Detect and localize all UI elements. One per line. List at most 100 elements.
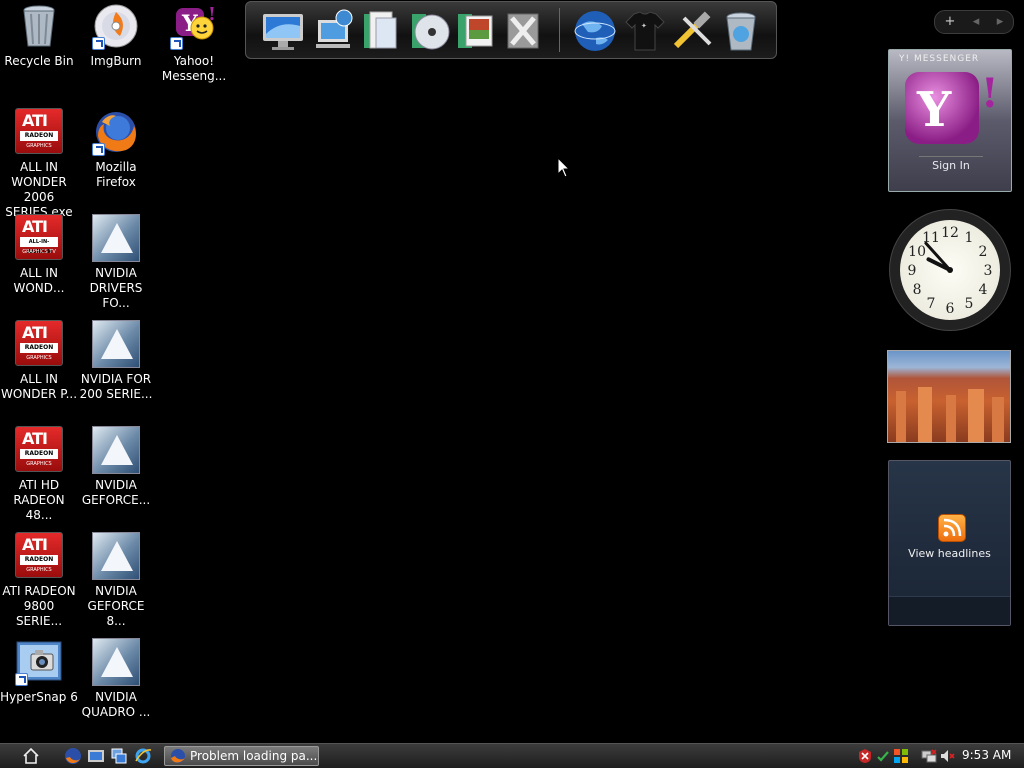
desktop-icon-label: ALL IN WOND... bbox=[13, 266, 65, 295]
desktop-icon-recycle-bin[interactable]: Recycle Bin bbox=[0, 2, 78, 69]
desktop-icon-label: NVIDIA GEFORCE 8... bbox=[87, 584, 145, 628]
taskbar-window-button[interactable]: Problem loading pa... bbox=[164, 746, 319, 766]
clock-numeral: 10 bbox=[908, 244, 926, 260]
nvidia-installer-icon bbox=[92, 320, 140, 368]
taskbar: Problem loading pa... 9:53 AM bbox=[0, 743, 1024, 768]
desktop-icon-ati-radeon-9800[interactable]: ATI RADEON GRAPHICS ATI RADEON 9800 SERIE.… bbox=[0, 532, 78, 629]
ati-radeon-icon: ATI RADEON GRAPHICS bbox=[15, 426, 63, 474]
yahoo-messenger-gadget: Y! MESSENGER Y ! Sign In bbox=[888, 49, 1012, 192]
desktop-icon-label: Yahoo! Messeng... bbox=[161, 54, 227, 83]
clock-numeral: 8 bbox=[913, 282, 922, 298]
desktop-icon-label: HyperSnap 6 bbox=[0, 690, 78, 704]
ati-radeon-icon: ATI RADEON GRAPHICS bbox=[15, 532, 63, 580]
taskbar-window-title: Problem loading pa... bbox=[190, 749, 318, 763]
clock-gadget[interactable]: 12 1 2 3 4 5 6 7 8 9 10 11 bbox=[888, 208, 1012, 332]
add-gadget-button[interactable]: + bbox=[937, 11, 963, 33]
sign-in-button[interactable]: Sign In bbox=[919, 156, 983, 175]
svg-text:!: ! bbox=[208, 4, 216, 25]
security-alert-icon[interactable] bbox=[857, 748, 873, 764]
desktop-icon-nvidia-drivers[interactable]: NVIDIA DRIVERS FO... bbox=[77, 214, 155, 311]
firefox-icon bbox=[171, 749, 185, 763]
ati-all-in-wonder-icon: ATI ALL-IN-WONDER GRAPHICS TV bbox=[15, 214, 63, 262]
dvd-disc-icon[interactable] bbox=[406, 8, 452, 54]
desktop-icon-ati-hd-radeon[interactable]: ATI RADEON GRAPHICS ATI HD RADEON 48... bbox=[0, 426, 78, 523]
previous-page-button[interactable]: ◂ bbox=[963, 11, 989, 33]
shortcut-arrow-icon bbox=[15, 673, 28, 686]
desktop-icon-nvidia-quadro[interactable]: NVIDIA QUADRO ... bbox=[77, 638, 155, 720]
nvidia-installer-icon bbox=[92, 426, 140, 474]
desktop-icon-label: NVIDIA FOR 200 SERIE... bbox=[79, 372, 153, 401]
clock-numeral: 5 bbox=[965, 296, 974, 312]
desktop-icon-nvidia-geforce[interactable]: NVIDIA GEFORCE... bbox=[77, 426, 155, 508]
volume-muted-icon[interactable] bbox=[939, 748, 955, 764]
rss-feed-icon bbox=[938, 514, 966, 542]
recycle-bin-icon bbox=[15, 2, 63, 50]
desktop-icon-hypersnap[interactable]: HyperSnap 6 bbox=[0, 638, 78, 705]
tools-icon[interactable] bbox=[500, 8, 546, 54]
network-computer-icon[interactable] bbox=[312, 8, 358, 54]
clock-face: 12 1 2 3 4 5 6 7 8 9 10 11 bbox=[890, 210, 1010, 330]
shortcut-arrow-icon bbox=[170, 37, 183, 50]
desktop-icon-ati-aiw-p[interactable]: ATI RADEON GRAPHICS ALL IN WONDER P... bbox=[0, 320, 78, 402]
desktop-icon-label: ALL IN WONDER 2006 SERIES.exe bbox=[5, 160, 73, 219]
recycle-bin-icon[interactable] bbox=[718, 8, 764, 54]
yahoo-messenger-icon: Y ! bbox=[170, 2, 218, 50]
desktop-icon-label: ATI HD RADEON 48... bbox=[13, 478, 65, 522]
taskbar-clock[interactable]: 9:53 AM bbox=[962, 748, 1011, 762]
desktop-icon-imgburn[interactable]: ImgBurn bbox=[77, 2, 155, 69]
clock-dial: 12 1234567891011 bbox=[908, 225, 993, 317]
desktop-icon-ati-aiw[interactable]: ATI ALL-IN-WONDER GRAPHICS TV ALL IN WOND.… bbox=[0, 214, 78, 296]
firefox-icon bbox=[92, 108, 140, 156]
imgburn-disc-icon bbox=[92, 2, 140, 50]
hypersnap-camera-icon bbox=[15, 638, 63, 686]
show-desktop-icon[interactable] bbox=[87, 747, 105, 765]
next-page-button[interactable]: ▸ bbox=[987, 11, 1013, 33]
desktop-icon-label: ALL IN WONDER P... bbox=[0, 372, 78, 401]
desktop-icon-mozilla-firefox[interactable]: Mozilla Firefox bbox=[77, 108, 155, 190]
switch-windows-icon[interactable] bbox=[110, 747, 128, 765]
gadget-footer bbox=[889, 596, 1010, 625]
desktop-icon-nvidia-200[interactable]: NVIDIA FOR 200 SERIE... bbox=[77, 320, 155, 402]
dock-launcher-bar: ✦ bbox=[245, 1, 777, 59]
shortcut-arrow-icon bbox=[92, 143, 105, 156]
view-headlines-link[interactable]: View headlines bbox=[889, 547, 1010, 560]
home-start-icon[interactable] bbox=[22, 747, 40, 765]
desktop-icon-label: ATI RADEON 9800 SERIE... bbox=[2, 584, 76, 628]
update-icon[interactable] bbox=[875, 748, 891, 764]
hammer-wrench-icon[interactable] bbox=[670, 8, 716, 54]
slideshow-gadget[interactable] bbox=[887, 350, 1011, 443]
clock-numeral: 4 bbox=[978, 282, 987, 298]
desktop-icon-label: NVIDIA QUADRO ... bbox=[81, 690, 151, 719]
desktop-icon-label: ImgBurn bbox=[90, 54, 142, 68]
desktop-icon-label: Recycle Bin bbox=[4, 54, 74, 68]
desktop-icon-label: NVIDIA GEFORCE... bbox=[81, 478, 151, 507]
desktop-icon-nvidia-geforce-8[interactable]: NVIDIA GEFORCE 8... bbox=[77, 532, 155, 629]
internet-globe-icon[interactable] bbox=[572, 8, 618, 54]
monitor-icon[interactable] bbox=[260, 8, 306, 54]
yahoo-exclamation-icon: ! bbox=[981, 70, 999, 117]
clock-numeral: 12 bbox=[941, 225, 959, 241]
clock-numeral: 9 bbox=[908, 263, 917, 279]
firefox-quicklaunch-icon[interactable] bbox=[64, 747, 82, 765]
nvidia-installer-icon bbox=[92, 638, 140, 686]
nvidia-installer-icon bbox=[92, 532, 140, 580]
clock-numeral: 3 bbox=[984, 263, 993, 279]
clock-numeral: 1 bbox=[965, 230, 974, 246]
pictures-icon[interactable] bbox=[452, 8, 498, 54]
ati-radeon-icon: ATI RADEON GRAPHICS bbox=[15, 320, 63, 368]
tshirt-icon[interactable]: ✦ bbox=[622, 8, 668, 54]
shortcut-arrow-icon bbox=[92, 37, 105, 50]
desktop-icon-ati-aiw-2006[interactable]: ATI RADEON GRAPHICS ALL IN WONDER 2006 SER… bbox=[0, 108, 78, 220]
clock-numeral: 6 bbox=[946, 301, 955, 317]
desktop-icon-yahoo-messenger[interactable]: Y ! Yahoo! Messeng... bbox=[155, 2, 233, 84]
windows-flag-icon[interactable] bbox=[893, 748, 909, 764]
documents-icon[interactable] bbox=[358, 8, 404, 54]
clock-numeral: 7 bbox=[927, 296, 936, 312]
clock-numeral: 2 bbox=[978, 244, 987, 260]
yahoo-logo-icon: Y bbox=[905, 72, 979, 144]
internet-explorer-icon[interactable] bbox=[134, 747, 152, 765]
network-icon[interactable] bbox=[921, 748, 937, 764]
svg-text:✦: ✦ bbox=[641, 22, 647, 30]
mouse-cursor-icon bbox=[557, 157, 571, 178]
nvidia-installer-icon bbox=[92, 214, 140, 262]
